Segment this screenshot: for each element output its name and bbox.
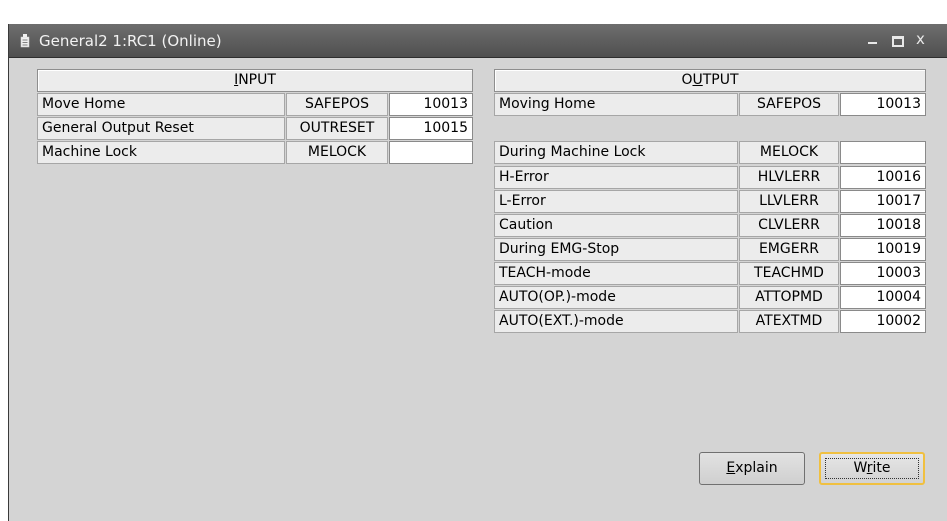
write-button[interactable]: Write [819, 452, 925, 485]
output-signal: SAFEPOS [739, 93, 839, 116]
output-signal: TEACHMD [739, 262, 839, 285]
output-label: Caution [494, 214, 738, 237]
doc-icon [20, 34, 30, 48]
output-value-field[interactable]: 10019 [840, 238, 926, 261]
minimize-icon[interactable] [865, 31, 881, 49]
output-label: AUTO(OP.)-mode [494, 286, 738, 309]
input-label: Move Home [37, 93, 285, 116]
output-signal: CLVLERR [739, 214, 839, 237]
explain-button[interactable]: Explain [699, 452, 805, 485]
input-label: General Output Reset [37, 117, 285, 140]
output-signal: ATTOPMD [739, 286, 839, 309]
output-value-field[interactable]: 10004 [840, 286, 926, 309]
output-value-field[interactable]: 10018 [840, 214, 926, 237]
output-signal: HLVLERR [739, 166, 839, 189]
output-label: During Machine Lock [494, 141, 738, 164]
output-label: TEACH-mode [494, 262, 738, 285]
window-title: General2 1:RC1 (Online) [39, 32, 222, 50]
input-value-field[interactable] [389, 141, 473, 164]
output-label: Moving Home [494, 93, 738, 116]
content-pane: INPUT OUTPUT Move Home SAFEPOS 10013 Gen… [11, 58, 947, 521]
output-label: L-Error [494, 190, 738, 213]
maximize-icon[interactable] [889, 31, 905, 49]
output-value-field[interactable]: 10002 [840, 310, 926, 333]
input-signal: MELOCK [286, 141, 388, 164]
output-signal: ATEXTMD [739, 310, 839, 333]
input-signal: OUTRESET [286, 117, 388, 140]
output-value-field[interactable]: 10017 [840, 190, 926, 213]
output-value-field[interactable]: 10013 [840, 93, 926, 116]
output-value-field[interactable]: 10016 [840, 166, 926, 189]
output-label: AUTO(EXT.)-mode [494, 310, 738, 333]
dialog-window: General2 1:RC1 (Online) x INPUT OUTPUT M… [8, 24, 947, 521]
output-value-field[interactable] [840, 141, 926, 164]
input-signal: SAFEPOS [286, 93, 388, 116]
output-label: During EMG-Stop [494, 238, 738, 261]
output-signal: MELOCK [739, 141, 839, 164]
input-label: Machine Lock [37, 141, 285, 164]
input-value-field[interactable]: 10015 [389, 117, 473, 140]
input-value-field[interactable]: 10013 [389, 93, 473, 116]
title-bar[interactable]: General2 1:RC1 (Online) x [9, 24, 947, 58]
close-icon[interactable]: x [914, 30, 930, 49]
output-signal: EMGERR [739, 238, 839, 261]
output-header: OUTPUT [494, 69, 926, 92]
output-value-field[interactable]: 10003 [840, 262, 926, 285]
output-signal: LLVLERR [739, 190, 839, 213]
input-header: INPUT [37, 69, 473, 92]
output-label: H-Error [494, 166, 738, 189]
